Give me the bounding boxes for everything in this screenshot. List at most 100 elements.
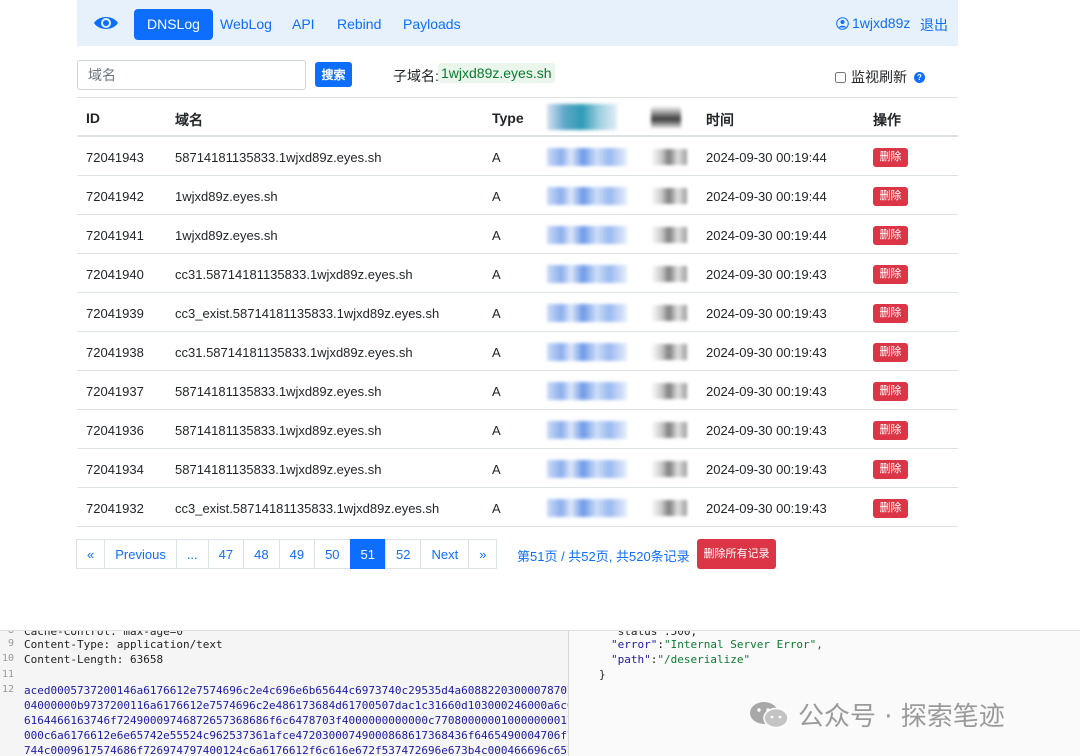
eye-logo-icon[interactable] (93, 13, 119, 33)
record-type: A (492, 384, 501, 399)
page-link[interactable]: « (76, 539, 106, 569)
record-domain: cc31.58714181135833.1wjxd89z.eyes.sh (175, 345, 413, 360)
record-domain: cc3_exist.58714181135833.1wjxd89z.eyes.s… (175, 306, 440, 321)
table-row: 72041939 cc3_exist.58714181135833.1wjxd89… (77, 293, 958, 332)
monitor-refresh-label: 监视刷新 (851, 69, 907, 85)
record-type: A (492, 306, 501, 321)
delete-record-button[interactable]: 删除 (873, 304, 908, 323)
record-id: 72041937 (86, 384, 144, 399)
pagination-info: 第51页 / 共52页, 共520条记录 (517, 549, 690, 564)
table-body: 72041943 58714181135833.1wjxd89z.eyes.sh A… (77, 137, 958, 527)
domain-search-input[interactable] (77, 60, 306, 90)
record-type: A (492, 228, 501, 243)
record-time: 2024-09-30 00:19:44 (706, 189, 827, 204)
delete-record-button[interactable]: 删除 (873, 499, 908, 518)
nav-payloads[interactable]: Payloads (390, 9, 474, 40)
user-icon (836, 16, 849, 30)
record-id: 72041939 (86, 306, 144, 321)
help-icon[interactable]: ? (914, 71, 925, 83)
delete-record-button[interactable]: 删除 (873, 343, 908, 362)
redacted-location (651, 227, 687, 243)
wechat-icon (748, 700, 790, 730)
redacted-location (651, 266, 687, 282)
table-header: ID 域名 Type 时间 操作 (77, 97, 958, 137)
record-domain: cc3_exist.58714181135833.1wjxd89z.eyes.s… (175, 501, 440, 516)
record-time: 2024-09-30 00:19:43 (706, 423, 827, 438)
header-action: 操作 (873, 112, 901, 128)
record-id: 72041940 (86, 267, 144, 282)
record-domain: 58714181135833.1wjxd89z.eyes.sh (175, 423, 382, 438)
http-request-panel: 8 Cache-Control: max-age=0 9 Content-Typ… (0, 630, 1080, 756)
table-row: 72041943 58714181135833.1wjxd89z.eyes.sh A… (77, 137, 958, 176)
record-type: A (492, 267, 501, 282)
record-time: 2024-09-30 00:19:43 (706, 306, 827, 321)
delete-record-button[interactable]: 删除 (873, 187, 908, 206)
user-menu[interactable]: 1wjxd89z (836, 15, 910, 31)
redacted-ip (547, 148, 627, 166)
redacted-ip (547, 421, 627, 439)
logout-link[interactable]: 退出 (920, 15, 948, 35)
delete-record-button[interactable]: 删除 (873, 148, 908, 167)
redacted-location (651, 383, 687, 399)
request-raw-pane[interactable]: 8 Cache-Control: max-age=0 9 Content-Typ… (0, 631, 594, 756)
search-button[interactable]: 搜索 (315, 62, 352, 87)
redacted-ip (547, 382, 627, 400)
page-link[interactable]: 51 (349, 539, 386, 569)
monitor-refresh-checkbox[interactable] (835, 71, 846, 83)
json-error-line: "error":"Internal Server Error", (611, 638, 823, 651)
table-row: 72041936 58714181135833.1wjxd89z.eyes.sh A… (77, 410, 958, 449)
record-id: 72041943 (86, 150, 144, 165)
nav-rebind[interactable]: Rebind (324, 9, 394, 40)
record-time: 2024-09-30 00:19:43 (706, 267, 827, 282)
watermark-text: 公众号 · 探索笔迹 (798, 702, 1005, 732)
redacted-ip (547, 265, 627, 283)
record-id: 72041936 (86, 423, 144, 438)
page-link[interactable]: Next (420, 539, 470, 569)
json-path-line: "path":"/deserialize" (611, 653, 751, 666)
record-type: A (492, 501, 501, 516)
record-domain: 58714181135833.1wjxd89z.eyes.sh (175, 384, 382, 399)
page-link[interactable]: Previous (104, 539, 177, 569)
delete-record-button[interactable]: 删除 (873, 421, 908, 440)
json-error-key: "error" (611, 638, 658, 651)
line-number: 11 (1, 669, 14, 680)
delete-all-button[interactable]: 删除所有记录 (697, 539, 776, 569)
record-id: 72041934 (86, 462, 144, 477)
redacted-ip (547, 304, 627, 322)
page-link[interactable]: ... (175, 539, 209, 569)
page-link[interactable]: 47 (207, 539, 245, 569)
page-link[interactable]: 50 (314, 539, 351, 569)
dns-records-table: ID 域名 Type 时间 操作 72041943 58714181135833.… (77, 97, 958, 527)
page-link[interactable]: 49 (278, 539, 316, 569)
monitor-refresh-toggle[interactable]: 监视刷新 ? (835, 67, 925, 87)
redacted-location (651, 305, 687, 321)
username: 1wjxd89z (852, 15, 911, 31)
json-error-value: "Internal Server Error", (663, 638, 823, 651)
record-type: A (492, 150, 501, 165)
page-link[interactable]: » (468, 539, 498, 569)
delete-record-button[interactable]: 删除 (873, 460, 908, 479)
header-id: ID (86, 110, 100, 126)
record-type: A (492, 189, 501, 204)
line-number: 10 (1, 653, 14, 664)
response-json-pane[interactable]: "status":500, "error":"Internal Server E… (568, 631, 1080, 756)
hex-line: 000c6a6176612e6e65742e55524c962537361afc… (24, 729, 581, 742)
record-domain: 58714181135833.1wjxd89z.eyes.sh (175, 462, 382, 477)
table-row: 72041932 cc3_exist.58714181135833.1wjxd89… (77, 488, 958, 527)
delete-record-button[interactable]: 删除 (873, 226, 908, 245)
page-link[interactable]: 52 (385, 539, 422, 569)
record-time: 2024-09-30 00:19:43 (706, 462, 827, 477)
nav-weblog[interactable]: WebLog (207, 9, 285, 40)
subdomain-value: 1wjxd89z.eyes.sh (438, 63, 555, 83)
nav-api[interactable]: API (279, 9, 328, 40)
hex-line: aced0005737200146a6176612e7574696c2e4c69… (24, 684, 581, 697)
nav-dnslog[interactable]: DNSLog (134, 9, 213, 40)
redacted-ip (547, 226, 627, 244)
delete-record-button[interactable]: 删除 (873, 265, 908, 284)
json-path-key: "path" (611, 653, 651, 666)
record-domain: 1wjxd89z.eyes.sh (175, 228, 278, 243)
redacted-location (651, 422, 687, 438)
delete-record-button[interactable]: 删除 (873, 382, 908, 401)
page-link[interactable]: 48 (243, 539, 280, 569)
redacted-location (651, 344, 687, 360)
